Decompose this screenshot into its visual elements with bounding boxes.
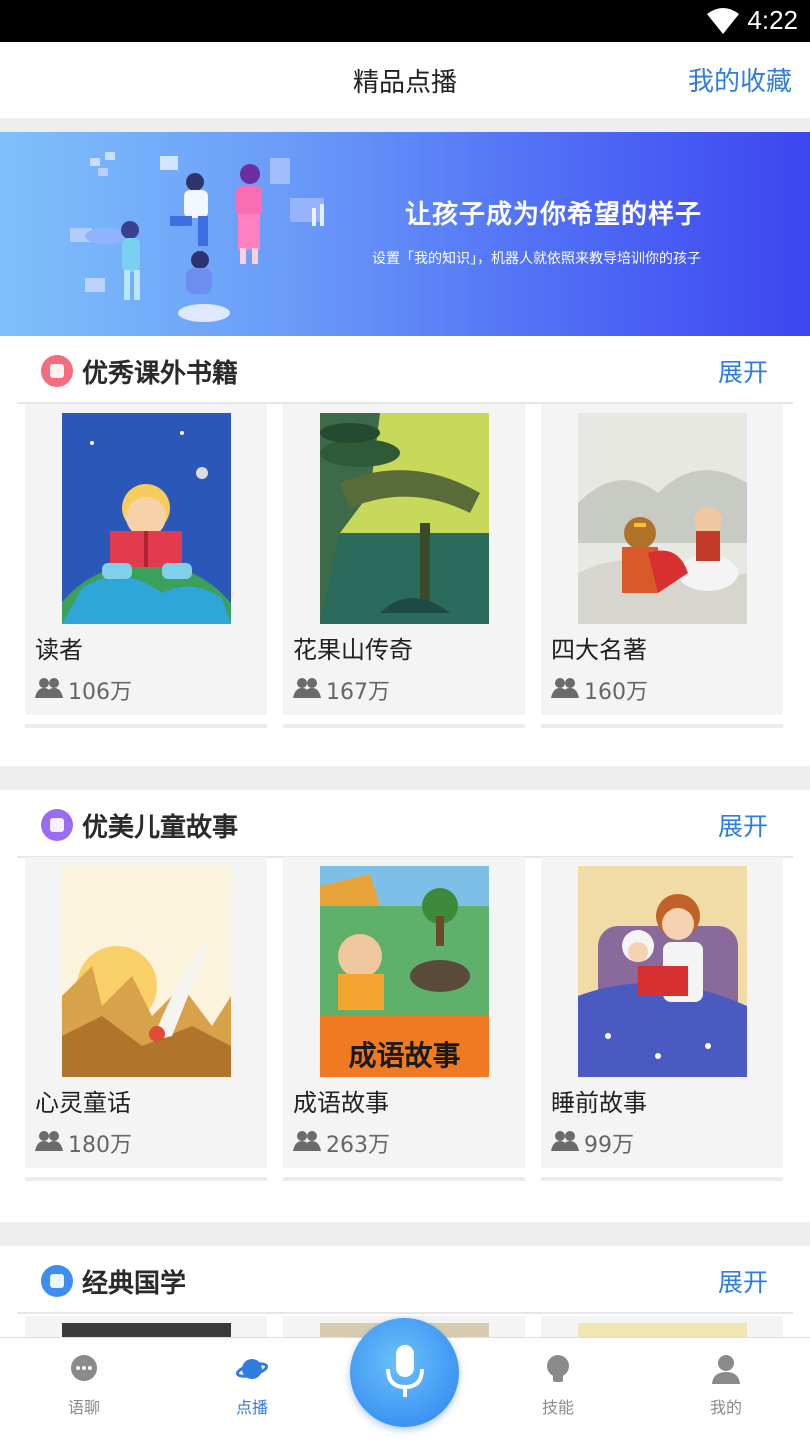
divider xyxy=(0,766,810,790)
microphone-icon xyxy=(386,1345,424,1397)
banner-headline: 让孩子成为你希望的样子 xyxy=(405,200,703,230)
divider xyxy=(17,1312,793,1314)
card-shadow xyxy=(541,724,783,728)
promo-banner[interactable]: 让孩子成为你希望的样子 设置「我的知识」，机器人就依照来教导培训你的孩子 xyxy=(0,132,810,336)
nav-profile[interactable]: 我的 xyxy=(676,1338,776,1440)
book-title: 成语故事 xyxy=(293,1089,389,1117)
book-card[interactable]: 花果山传奇 167万 xyxy=(283,404,525,728)
book-cover-image xyxy=(62,866,231,1077)
cover-title: 成语故事 xyxy=(348,1039,461,1072)
section-header: 经典国学 展开 xyxy=(0,1246,810,1314)
lightbulb-icon xyxy=(547,1355,569,1382)
book-title: 心灵童话 xyxy=(35,1089,131,1117)
listen-count-value: 263万 xyxy=(326,1133,390,1158)
wifi-icon xyxy=(707,8,739,34)
book-cover-image xyxy=(578,413,747,624)
book-title: 四大名著 xyxy=(551,636,647,664)
divider xyxy=(0,118,810,132)
people-icon xyxy=(35,678,63,698)
status-time: 4:22 xyxy=(747,5,798,35)
expand-button[interactable]: 展开 xyxy=(718,353,768,389)
section-books: 优秀课外书籍 展开 读者 106万 花果山传奇 167万 四大名著 160万 xyxy=(0,336,810,766)
book-cover-image xyxy=(578,866,747,1077)
section-stories: 优美儿童故事 展开 心灵童话 180万 成语故事 成语故事 263万 睡前故事 … xyxy=(0,790,810,1222)
title-bar: 精品点播 我的收藏 xyxy=(0,42,810,118)
book-card[interactable]: 成语故事 成语故事 263万 xyxy=(283,857,525,1181)
nav-skills[interactable]: 技能 xyxy=(508,1338,608,1440)
nav-label: 语聊 xyxy=(67,1398,100,1417)
people-icon xyxy=(293,678,321,698)
book-title: 读者 xyxy=(35,636,83,664)
nav-label: 技能 xyxy=(541,1398,574,1417)
people-icon xyxy=(293,1131,321,1151)
section-header: 优秀课外书籍 展开 xyxy=(0,336,810,404)
book-title: 睡前故事 xyxy=(551,1089,647,1117)
book-card[interactable] xyxy=(541,1316,783,1337)
listen-count-value: 167万 xyxy=(326,680,390,705)
voice-button[interactable] xyxy=(350,1318,459,1427)
section-title: 优秀课外书籍 xyxy=(82,359,239,389)
expand-button[interactable]: 展开 xyxy=(718,1263,768,1299)
graduation-cap-icon xyxy=(41,1265,73,1297)
book-cover-image xyxy=(62,413,231,624)
card-shadow xyxy=(541,1177,783,1181)
book-card[interactable]: 心灵童话 180万 xyxy=(25,857,267,1181)
book-card[interactable] xyxy=(25,1316,267,1337)
listen-count-value: 160万 xyxy=(584,680,648,705)
section-header: 优美儿童故事 展开 xyxy=(0,790,810,858)
listen-count-value: 99万 xyxy=(584,1133,634,1158)
book-card[interactable]: 读者 106万 xyxy=(25,404,267,728)
nav-label: 点播 xyxy=(235,1398,268,1417)
chat-bubble-icon xyxy=(71,1355,97,1381)
nav-label: 我的 xyxy=(709,1398,742,1417)
book-card[interactable]: 四大名著 160万 xyxy=(541,404,783,728)
card-shadow xyxy=(283,724,525,728)
person-icon xyxy=(712,1355,740,1384)
people-icon xyxy=(35,1131,63,1151)
people-icon xyxy=(551,678,579,698)
section-title: 经典国学 xyxy=(82,1269,187,1299)
divider xyxy=(0,1222,810,1246)
book-title: 花果山传奇 xyxy=(293,636,413,664)
listen-count-value: 180万 xyxy=(68,1133,132,1158)
nav-on-demand[interactable]: 点播 xyxy=(202,1338,302,1440)
banner-subtitle: 设置「我的知识」，机器人就依照来教导培训你的孩子 xyxy=(372,251,701,267)
card-shadow xyxy=(283,1177,525,1181)
card-shadow xyxy=(25,1177,267,1181)
nav-chat[interactable]: 语聊 xyxy=(34,1338,134,1440)
expand-button[interactable]: 展开 xyxy=(718,807,768,843)
story-icon xyxy=(41,809,73,841)
book-card[interactable]: 睡前故事 99万 xyxy=(541,857,783,1181)
book-icon xyxy=(41,355,73,387)
planet-icon xyxy=(235,1359,269,1379)
section-title: 优美儿童故事 xyxy=(82,813,239,843)
banner-illustration xyxy=(70,152,324,322)
card-shadow xyxy=(25,724,267,728)
listen-count-value: 106万 xyxy=(68,680,132,705)
people-icon xyxy=(551,1131,579,1151)
status-bar: 4:22 xyxy=(0,0,810,42)
book-cover-image: 成语故事 xyxy=(320,866,489,1077)
book-cover-image xyxy=(320,413,489,624)
favorites-link[interactable]: 我的收藏 xyxy=(688,61,792,98)
